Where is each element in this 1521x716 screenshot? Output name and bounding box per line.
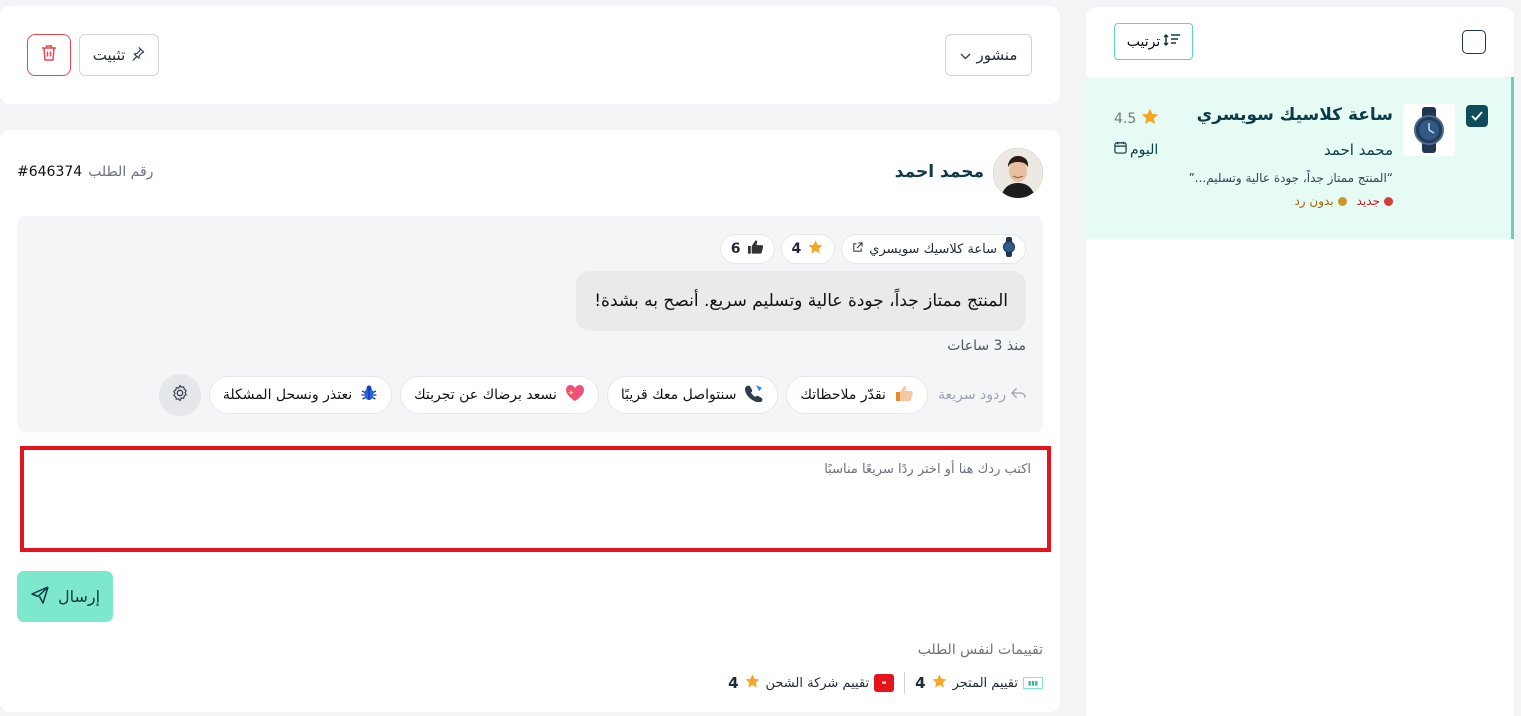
avatar bbox=[993, 148, 1043, 198]
telephone-icon bbox=[744, 384, 764, 406]
likes-count: 6 bbox=[730, 241, 741, 257]
store-rating: ▮▮▮ تقييم المتجر 4 bbox=[915, 673, 1043, 694]
reply-icon bbox=[1011, 387, 1026, 403]
item-author: محمد احمد bbox=[1323, 141, 1393, 159]
status-dropdown[interactable]: منشور bbox=[945, 34, 1032, 76]
item-date: اليوم bbox=[1114, 141, 1158, 158]
quick-reply-label: سنتواصل معك قريبًا bbox=[620, 387, 737, 403]
star-icon bbox=[744, 673, 761, 694]
star-icon bbox=[807, 239, 824, 260]
star-icon bbox=[1140, 107, 1160, 131]
new-badge: جديد bbox=[1357, 194, 1393, 208]
product-chip-label: ساعة كلاسيك سويسري bbox=[869, 241, 997, 257]
quick-reply-label: نعتذر ونسحل المشكلة bbox=[222, 387, 353, 403]
gear-icon bbox=[171, 384, 189, 406]
reviews-list-panel: ترتيب ساعة كلاسيك سويسري 4.5 محمد احمد ا… bbox=[1086, 7, 1514, 716]
reply-field-container bbox=[20, 446, 1051, 552]
item-snippet: “المنتج ممتاز جداً، جودة عالية وتسليم...… bbox=[1188, 171, 1393, 185]
review-detail-panel: محمد احمد رقم الطلب #646374 ساعة كلاسيك … bbox=[0, 130, 1060, 712]
quick-reply-contact[interactable]: سنتواصل معك قريبًا bbox=[606, 376, 779, 414]
shipping-rating: ▬ تقييم شركة الشحن 4 bbox=[728, 673, 895, 694]
review-time: منذ 3 ساعات bbox=[947, 338, 1026, 354]
reply-input[interactable] bbox=[24, 450, 1047, 548]
rating-value: 4 bbox=[791, 241, 802, 257]
delete-button[interactable] bbox=[27, 34, 71, 76]
order-number-label: رقم الطلب bbox=[88, 164, 154, 180]
red-dot-icon bbox=[1384, 196, 1393, 206]
check-icon bbox=[1471, 111, 1483, 121]
review-card: ساعة كلاسيك سويسري 4 6 المنتج ممتاز جداً… bbox=[17, 216, 1043, 432]
sort-label: ترتيب bbox=[1126, 33, 1161, 50]
pin-label: تثبيت bbox=[92, 46, 126, 64]
item-date-text: اليوم bbox=[1130, 141, 1159, 158]
send-icon bbox=[30, 585, 50, 609]
star-icon bbox=[931, 673, 948, 694]
item-badges: جديد بدون رد bbox=[1294, 194, 1393, 208]
item-checkbox[interactable] bbox=[1466, 105, 1488, 127]
review-text: المنتج ممتاز جداً، جودة عالية وتسليم سري… bbox=[576, 271, 1026, 331]
item-product-name: ساعة كلاسيك سويسري bbox=[1196, 105, 1393, 125]
store-logo-icon: ▮▮▮ bbox=[1023, 677, 1043, 689]
unreplied-badge: بدون رد bbox=[1294, 194, 1347, 208]
shipping-logo-icon: ▬ bbox=[874, 674, 895, 692]
sparkling-heart-icon bbox=[565, 384, 585, 406]
rating-chip: 4 bbox=[780, 234, 836, 264]
external-link-icon bbox=[852, 241, 863, 257]
quick-reply-label: نقدّر ملاحظاتك bbox=[800, 387, 886, 403]
unreplied-badge-label: بدون رد bbox=[1294, 194, 1334, 208]
divider bbox=[904, 672, 906, 694]
quick-reply-label: نسعد برضاك عن تجربتك bbox=[414, 387, 557, 403]
list-item[interactable]: ساعة كلاسيك سويسري 4.5 محمد احمد اليوم “… bbox=[1086, 77, 1514, 239]
top-toolbar: منشور تثبيت bbox=[0, 6, 1060, 104]
send-button[interactable]: إرسال bbox=[17, 571, 113, 622]
store-rating-value: 4 bbox=[915, 674, 926, 692]
likes-chip[interactable]: 6 bbox=[719, 234, 775, 264]
thumbs-up-icon bbox=[747, 239, 764, 259]
yellow-dot-icon bbox=[1337, 196, 1347, 206]
new-badge-label: جديد bbox=[1356, 194, 1380, 208]
quick-replies-settings-button[interactable] bbox=[158, 374, 201, 416]
sort-icon bbox=[1163, 33, 1181, 51]
product-chip[interactable]: ساعة كلاسيك سويسري bbox=[841, 234, 1026, 264]
bug-icon bbox=[360, 384, 378, 406]
quick-reply-satisfaction[interactable]: نسعد برضاك عن تجربتك bbox=[400, 376, 599, 414]
sort-button[interactable]: ترتيب bbox=[1114, 23, 1193, 60]
pin-button[interactable]: تثبيت bbox=[79, 34, 159, 76]
product-thumbnail bbox=[1403, 104, 1455, 156]
thumbs-up-icon bbox=[894, 384, 914, 406]
shipping-rating-label: تقييم شركة الشحن bbox=[765, 675, 870, 691]
quick-replies-label-text: ردود سريعة bbox=[937, 387, 1006, 403]
pin-icon bbox=[130, 46, 145, 65]
shipping-rating-value: 4 bbox=[728, 674, 739, 692]
quick-reply-apology[interactable]: نعتذر ونسحل المشكلة bbox=[208, 376, 393, 414]
related-ratings-title: تقييمات لنفس الطلب bbox=[917, 642, 1043, 658]
order-number-value: #646374 bbox=[17, 164, 83, 180]
item-rating: 4.5 bbox=[1114, 107, 1160, 131]
store-rating-label: تقييم المتجر bbox=[952, 675, 1018, 691]
reviewer-name: محمد احمد bbox=[894, 162, 984, 182]
trash-icon bbox=[41, 44, 57, 66]
watch-icon bbox=[1414, 107, 1444, 153]
select-all-checkbox[interactable] bbox=[1462, 30, 1486, 54]
watch-icon bbox=[1003, 237, 1015, 261]
quick-replies-label: ردود سريعة bbox=[938, 387, 1026, 403]
chevron-down-icon bbox=[960, 46, 971, 64]
review-meta-chips: ساعة كلاسيك سويسري 4 6 bbox=[719, 234, 1026, 264]
item-rating-value: 4.5 bbox=[1114, 111, 1137, 127]
order-number: رقم الطلب #646374 bbox=[17, 164, 153, 180]
related-ratings: ▮▮▮ تقييم المتجر 4 ▬ تقييم شركة الشحن 4 bbox=[728, 672, 1043, 694]
send-label: إرسال bbox=[57, 587, 101, 606]
status-dropdown-value: منشور bbox=[976, 46, 1018, 64]
calendar-icon bbox=[1114, 141, 1127, 158]
quick-replies: ردود سريعة نقدّر ملاحظاتك سنتواصل معك قر… bbox=[158, 374, 1026, 416]
list-header: ترتيب bbox=[1086, 7, 1514, 77]
quick-reply-appreciate[interactable]: نقدّر ملاحظاتك bbox=[786, 376, 928, 414]
